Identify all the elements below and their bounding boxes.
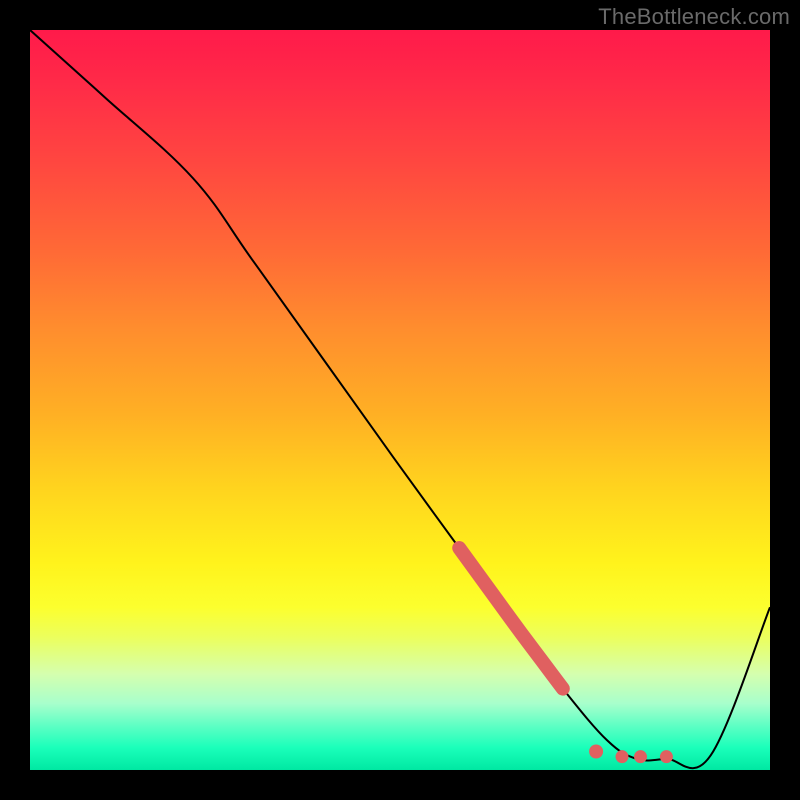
watermark-text: TheBottleneck.com [598,4,790,30]
marker-dot [616,750,629,763]
marker-dot [660,750,673,763]
bottleneck-curve-line [30,30,770,768]
highlight-segment [459,548,563,689]
marker-dot [589,745,603,759]
marker-group [589,745,673,764]
plot-area [30,30,770,770]
bottleneck-chart [30,30,770,770]
marker-dot [634,750,647,763]
